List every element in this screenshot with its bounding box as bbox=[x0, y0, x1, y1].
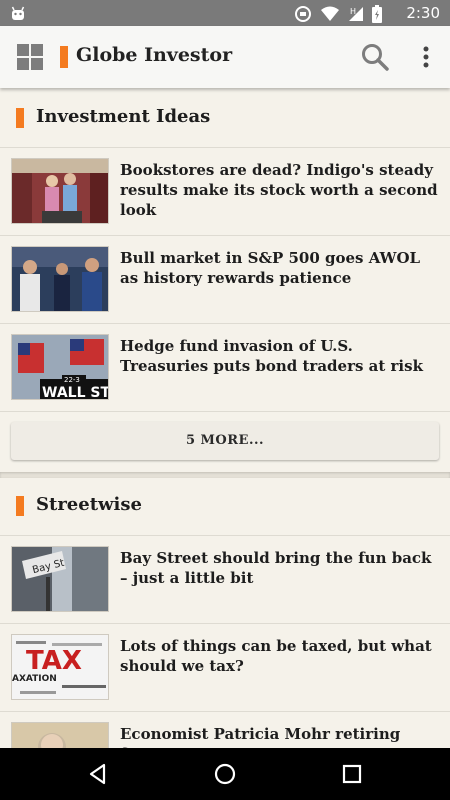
brand-accent-bar bbox=[60, 46, 68, 68]
traders-photo bbox=[12, 247, 108, 311]
section-title: Investment Ideas bbox=[36, 106, 211, 127]
status-time: 2:30 bbox=[406, 4, 440, 22]
svg-text:TAX: TAX bbox=[26, 646, 82, 676]
article-item[interactable]: 22-3 WALL ST Hedge fund invasion of U.S.… bbox=[0, 324, 450, 412]
section-header-streetwise[interactable]: Streetwise bbox=[0, 476, 450, 536]
tax-word-cloud: TAX AXATION bbox=[12, 635, 108, 699]
app-title: Globe Investor bbox=[76, 44, 233, 66]
article-headline: Bull market in S&P 500 goes AWOL as hist… bbox=[120, 249, 421, 287]
article-thumbnail bbox=[11, 158, 109, 224]
system-nav-bar bbox=[0, 748, 450, 800]
article-thumbnail: 22-3 WALL ST bbox=[11, 334, 109, 400]
wifi-icon bbox=[321, 6, 339, 21]
article-item[interactable]: Bay St Bay Street should bring the fun b… bbox=[0, 536, 450, 624]
recents-icon[interactable] bbox=[340, 762, 364, 786]
article-headline: Economist Patricia Mohr retiring from bbox=[120, 725, 401, 748]
status-bar: H 2:30 bbox=[0, 0, 450, 26]
sync-icon bbox=[295, 6, 311, 22]
article-headline: Bookstores are dead? Indigo's steady res… bbox=[120, 161, 438, 219]
more-vert-icon[interactable] bbox=[414, 44, 438, 70]
article-headline: Lots of things can be taxed, but what sh… bbox=[120, 637, 432, 675]
section-accent-bar bbox=[16, 496, 24, 516]
android-icon bbox=[11, 6, 25, 20]
section-accent-bar bbox=[16, 108, 24, 128]
svg-text:WALL ST: WALL ST bbox=[42, 385, 109, 400]
grid-icon[interactable] bbox=[16, 43, 44, 71]
signal-icon: H bbox=[349, 7, 363, 21]
svg-text:22-3: 22-3 bbox=[64, 376, 80, 384]
article-headline: Hedge fund invasion of U.S. Treasuries p… bbox=[120, 337, 423, 375]
article-item[interactable]: Bull market in S&P 500 goes AWOL as hist… bbox=[0, 236, 450, 324]
search-icon[interactable] bbox=[360, 42, 390, 72]
svg-text:AXATION: AXATION bbox=[12, 674, 57, 684]
section-header-investment-ideas[interactable]: Investment Ideas bbox=[0, 88, 450, 148]
person-photo bbox=[12, 723, 108, 748]
battery-icon bbox=[372, 5, 382, 23]
bookstore-photo bbox=[12, 159, 108, 223]
article-thumbnail: TAX AXATION bbox=[11, 634, 109, 700]
wall-street-photo: 22-3 WALL ST bbox=[12, 335, 109, 400]
more-button[interactable]: 5 MORE... bbox=[11, 422, 439, 460]
home-icon[interactable] bbox=[213, 762, 237, 786]
section-title: Streetwise bbox=[36, 494, 142, 515]
article-item[interactable]: Bookstores are dead? Indigo's steady res… bbox=[0, 148, 450, 236]
content-feed[interactable]: Investment Ideas Bookstores are dead? In… bbox=[0, 88, 450, 748]
article-item[interactable]: Economist Patricia Mohr retiring from bbox=[0, 712, 450, 748]
article-thumbnail bbox=[11, 722, 109, 748]
bay-street-photo: Bay St bbox=[12, 547, 108, 611]
app-bar: Globe Investor bbox=[0, 26, 450, 88]
svg-text:H: H bbox=[350, 7, 356, 16]
back-icon[interactable] bbox=[86, 762, 110, 786]
article-thumbnail bbox=[11, 246, 109, 312]
article-item[interactable]: TAX AXATION Lots of things can be taxed,… bbox=[0, 624, 450, 712]
article-thumbnail: Bay St bbox=[11, 546, 109, 612]
article-headline: Bay Street should bring the fun back – j… bbox=[120, 549, 432, 587]
